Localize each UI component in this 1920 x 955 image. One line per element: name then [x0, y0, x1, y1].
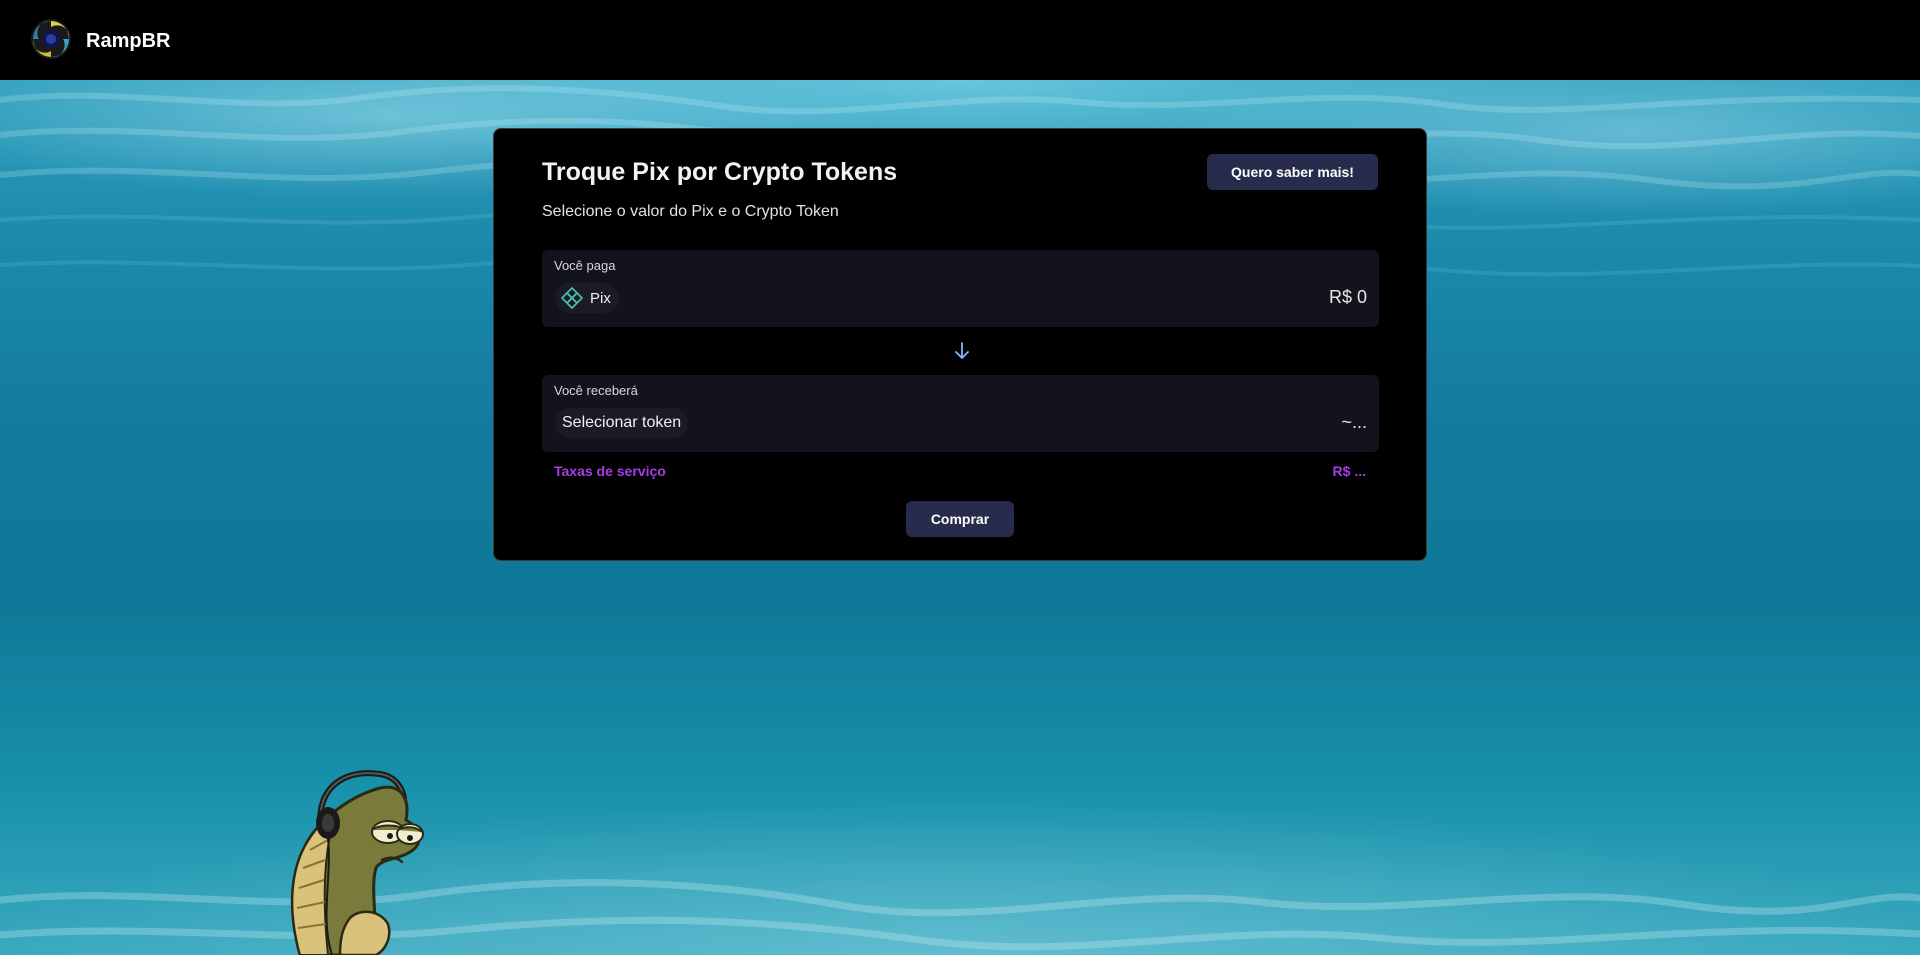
pay-asset-selector[interactable]: Pix: [555, 283, 619, 313]
pay-asset-name: Pix: [590, 289, 611, 307]
fish-with-headphones-icon: [290, 770, 424, 955]
service-fees-label[interactable]: Taxas de serviço: [554, 463, 666, 479]
spiral-logo-icon[interactable]: [30, 18, 72, 60]
select-token-button[interactable]: Selecionar token: [555, 408, 689, 438]
receive-label: Você receberá: [554, 383, 638, 398]
buy-button[interactable]: Comprar: [906, 501, 1014, 537]
learn-more-button[interactable]: Quero saber mais!: [1207, 154, 1378, 190]
pay-panel: Você paga Pix R$ 0: [542, 250, 1379, 327]
pix-icon: [561, 287, 583, 309]
swap-card: Troque Pix por Crypto Tokens Selecione o…: [493, 128, 1427, 561]
card-subtitle: Selecione o valor do Pix e o Crypto Toke…: [542, 203, 839, 220]
arrow-down-icon[interactable]: [953, 341, 971, 361]
card-title: Troque Pix por Crypto Tokens: [542, 158, 898, 186]
pay-amount-input[interactable]: R$ 0: [1167, 286, 1367, 308]
top-bar: RampBR: [0, 0, 1920, 80]
pay-label: Você paga: [554, 258, 616, 273]
service-fees-value: R$ ...: [1332, 463, 1366, 479]
select-token-label: Selecionar token: [562, 414, 682, 431]
receive-amount: ~...: [1341, 412, 1367, 432]
receive-panel: Você receberá Selecionar token ~...: [542, 375, 1379, 452]
brand-name[interactable]: RampBR: [86, 29, 170, 53]
